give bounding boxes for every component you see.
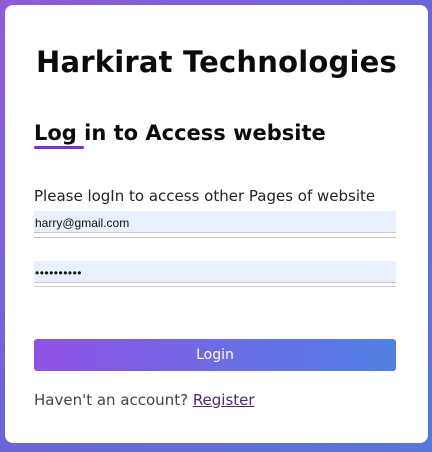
email-field[interactable] [34, 211, 396, 233]
password-field[interactable] [34, 261, 396, 283]
login-info-text: Please logIn to access other Pages of we… [34, 187, 376, 205]
register-prompt-text: Haven't an account? [34, 391, 193, 409]
register-link[interactable]: Register [193, 391, 255, 409]
login-button[interactable]: Login [34, 339, 396, 371]
email-divider [34, 237, 396, 238]
brand-title: Harkirat Technologies [36, 45, 397, 79]
heading-accent-underline [34, 146, 84, 149]
register-prompt: Haven't an account? Register [34, 391, 255, 409]
login-heading: Log in to Access website [34, 121, 326, 145]
login-card: Harkirat Technologies Log in to Access w… [5, 5, 428, 443]
password-divider [34, 286, 396, 287]
